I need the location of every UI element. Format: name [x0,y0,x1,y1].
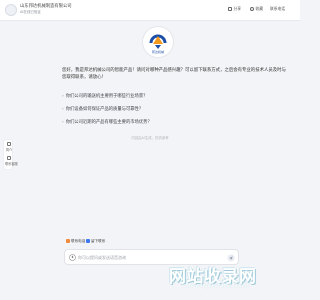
suggested-question[interactable]: › 你们公司近期的产品有哪些主要的市场优势？ [62,119,152,126]
question-text: 你们公司近期的产品有哪些主要的市场优势？ [65,120,152,125]
ai-disclaimer: 内容由AI生成，仅供参考 [131,136,169,140]
suggested-question[interactable]: › 你们设备如何保证产品的质量与可靠性？ [62,106,144,113]
company-verified-label: AI在线已验证 [20,10,41,14]
chevron-right-icon: › [62,119,64,125]
dock-item-label: 简介 [5,147,13,152]
leave-contact-chip[interactable]: 留下联系 [86,237,105,245]
favorite-button[interactable]: 收藏 [250,6,263,12]
dock-item-profile[interactable]: 简介 [5,142,13,152]
microphone-icon[interactable] [69,254,76,261]
assistant-avatar: 邦达机械 [142,26,174,58]
profile-icon [7,142,11,146]
share-label: 分享 [233,6,242,11]
question-text: 你们公司的输送机主要用于哪些行业场景？ [65,94,148,99]
share-icon [228,7,232,11]
phone-chip-icon [66,239,70,243]
chip-label: 留下联系 [91,238,106,243]
side-dock: 简介 联系客服 [3,139,18,170]
send-icon[interactable] [227,253,235,262]
phone-button[interactable]: 联系电话 [270,6,285,12]
site-watermark-url: www.wangzhanshoulu.com [182,283,250,289]
chevron-right-icon: › [62,106,64,112]
chevron-right-icon: › [62,93,64,99]
favorite-label: 收藏 [255,6,264,11]
chat-input[interactable] [78,253,188,262]
company-name: 山东邦达机械制造有限公司 [20,4,72,9]
service-icon [7,156,11,160]
contact-chip-icon [86,239,90,243]
share-button[interactable]: 分享 [228,6,241,12]
welcome-message: 您好，我是邦达机械公司的智能产品！请问对哪种产品感兴趣？可以留下联系方式，之后会… [62,68,286,81]
question-text: 你们设备如何保证产品的质量与可靠性？ [65,107,144,112]
phone-label: 联系电话 [270,6,286,11]
suggested-question[interactable]: › 你们公司的输送机主要用于哪些行业场景？ [62,93,148,100]
top-header: 山东邦达机械制造有限公司 AI在线已验证 分享 收藏 联系电话 [0,0,300,21]
heart-icon [250,7,254,11]
company-logo [5,4,17,16]
dock-item-label: 联系客服 [5,161,18,166]
chip-label: 联系电话 [71,238,86,243]
dock-item-service[interactable]: 联系客服 [5,156,18,166]
contact-phone-chip[interactable]: 联系电话 [66,237,85,245]
avatar-name: 邦达机械 [151,50,164,54]
